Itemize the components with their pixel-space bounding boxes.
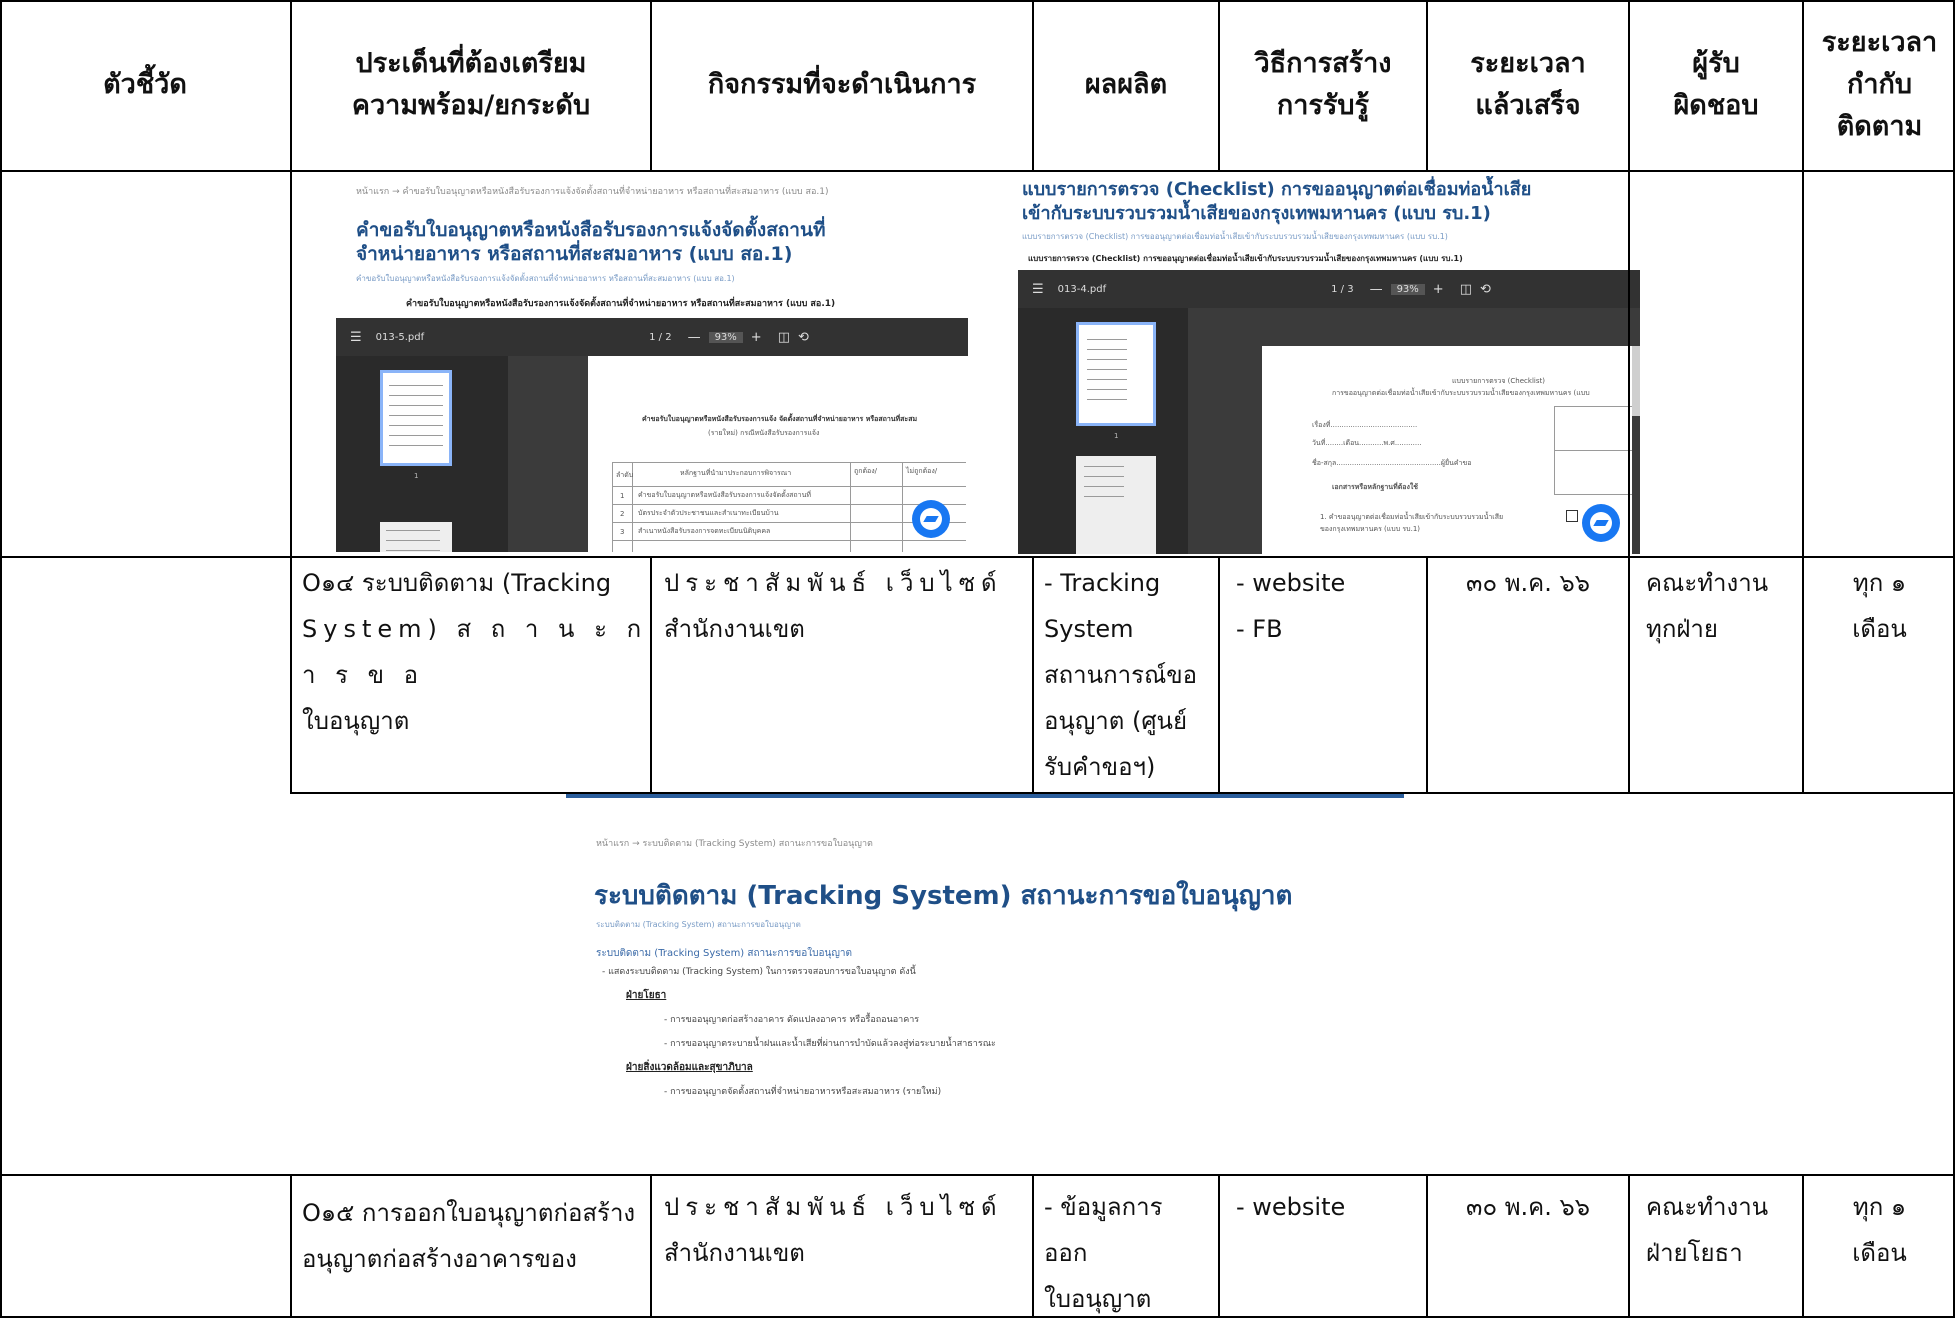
page-thumbnail-2[interactable] [380,522,452,552]
header-readiness-issue: ประเด็นที่ต้องเตรียม ความพร้อม/ยกระดับ [351,48,591,121]
page-title-line1: คำขอรับใบอนุญาตหรือหนังสือรับรองการแจ้งจ… [356,219,826,241]
thumbnail-pane: 1 [1018,308,1188,554]
zoom-level: 93% [1390,283,1425,295]
section-environment-sanitation: ฝ่ายสิ่งแวดล้อมและสุขาภิบาล [626,1062,753,1073]
header-output: ผลผลิต [1084,69,1168,100]
pdf-toolbar: ☰ 013-5.pdf 1 / 2 — 93% + ◫ ⟲ [336,318,968,356]
pdf-file-name: 013-5.pdf [375,331,425,343]
messenger-chat-icon[interactable] [1582,504,1620,542]
header-awareness-method: วิธีการสร้าง การรับรู้ [1254,48,1392,121]
page-indicator: 1 / 2 [649,331,672,343]
table-border [0,0,2,1318]
messenger-chat-icon[interactable] [912,500,950,538]
table-border [0,1174,1955,1176]
table-border [0,0,1955,2]
pdf-viewer[interactable]: ☰ 013-5.pdf 1 / 2 — 93% + ◫ ⟲ 1 คำขอรับใ… [336,318,968,552]
row2-output: - ข้อมูลการ ออก ใบอนุญาต [1044,1193,1163,1313]
page-thumbnail-1[interactable] [1076,322,1156,426]
menu-icon[interactable]: ☰ [350,330,362,345]
header-completion-date: ระยะเวลา แล้วเสร็จ [1470,48,1586,121]
zoom-out-icon[interactable]: — [688,330,701,345]
page-title-line2: เข้ากับระบบรวบรวมน้ำเสียของกรุงเทพมหานคร… [1022,203,1491,224]
screenshot-food-permit-form: หน้าแรก → คำขอรับใบอนุญาตหรือหนังสือรับร… [336,178,968,552]
page-indicator: 1 / 3 [1331,283,1354,295]
thumbnail-pane: 1 [336,356,508,552]
section-civil-works: ฝ่ายโยธา [626,990,667,1001]
page-subtitle: แบบรายการตรวจ (Checklist) การขออนุญาตต่อ… [1022,232,1448,241]
row1-completion-date: ๓๐ พ.ค. ๖๖ [1466,569,1590,597]
row2-readiness-issue: O๑๕ การออกใบอนุญาตก่อสร้าง อนุญาตก่อสร้า… [302,1199,636,1273]
list-item: - การขออนุญาตระบายน้ำฝนและน้ำเสียที่ผ่าน… [664,1039,996,1049]
zoom-in-icon[interactable]: + [751,330,762,345]
row1-readiness-issue: O๑๔ ระบบติดตาม (Tracking System) ส ถ า น… [302,569,648,735]
page-thumbnail-2[interactable] [1076,456,1156,554]
breadcrumb: หน้าแรก → ระบบติดตาม (Tracking System) ส… [596,839,873,849]
page-thumbnail-1[interactable] [380,370,452,466]
row1-follow-up: ทุก ๑ เดือน [1852,569,1907,643]
rotate-icon[interactable]: ⟲ [798,330,809,345]
row1-responsible: คณะทำงาน ทุกฝ่าย [1646,569,1769,643]
row2-awareness-method: - website [1236,1193,1346,1221]
header-follow-up: ระยะเวลา กำกับ ติดตาม [1821,27,1938,142]
row2-responsible: คณะทำงาน ฝ่ายโยธา [1646,1193,1769,1267]
zoom-in-icon[interactable]: + [1433,282,1444,297]
scrollbar[interactable] [1632,346,1640,416]
rotate-icon[interactable]: ⟲ [1480,282,1491,297]
table-border [290,792,1955,794]
fit-page-icon[interactable]: ◫ [778,330,790,345]
screenshot-tracking-system: หน้าแรก → ระบบติดตาม (Tracking System) ส… [566,798,1404,1172]
zoom-out-icon[interactable]: — [1370,282,1383,297]
menu-icon[interactable]: ☰ [1032,282,1044,297]
section-title: ระบบติดตาม (Tracking System) สถานะการขอใ… [596,948,852,959]
header-indicator: ตัวชี้วัด [103,69,187,100]
intro-text: - แสดงระบบติดตาม (Tracking System) ในการ… [602,967,916,977]
row2-activities: ประชาสัมพันธ์ เว็บไซด์ สำนักงานเขต [664,1193,1003,1267]
doc-heading: คำขอรับใบอนุญาตหรือหนังสือรับรองการแจ้งจ… [406,299,836,309]
pdf-file-name: 013-4.pdf [1057,283,1107,295]
document-page: ตัวชี้วัด ประเด็นที่ต้องเตรียม ความพร้อม… [0,0,1955,1318]
table-border [0,170,1955,172]
screenshot-sewer-checklist: แบบรายการตรวจ (Checklist) การขออนุญาตต่อ… [1018,176,1640,554]
header-responsible: ผู้รับ ผิดชอบ [1673,48,1759,121]
row2-completion-date: ๓๐ พ.ค. ๖๖ [1466,1193,1590,1221]
row1-awareness-method: - website - FB [1236,569,1346,643]
fit-page-icon[interactable]: ◫ [1460,282,1472,297]
page-title-line1: แบบรายการตรวจ (Checklist) การขออนุญาตต่อ… [1022,179,1532,200]
list-item: - การขออนุญาตก่อสร้างอาคาร ดัดแปลงอาคาร … [664,1015,920,1025]
page-subtitle: คำขอรับใบอนุญาตหรือหนังสือรับรองการแจ้งจ… [356,274,735,283]
row1-activities: ประชาสัมพันธ์ เว็บไซด์ สำนักงานเขต [664,569,1003,643]
table-border [0,556,1955,558]
row2-follow-up: ทุก ๑ เดือน [1852,1193,1907,1267]
pdf-viewer[interactable]: ☰ 013-4.pdf 1 / 3 — 93% + ◫ ⟲ 1 แบบรายกา… [1018,270,1640,554]
pdf-page: แบบรายการตรวจ (Checklist) การขออนุญาตต่อ… [1262,346,1632,554]
zoom-level: 93% [708,331,743,343]
breadcrumb: หน้าแรก → คำขอรับใบอนุญาตหรือหนังสือรับร… [356,187,829,197]
header-activities: กิจกรรมที่จะดำเนินการ [707,69,977,100]
page-title: ระบบติดตาม (Tracking System) สถานะการขอใ… [594,881,1293,911]
page-title-line2: จำหน่ายอาหาร หรือสถานที่สะสมอาหาร (แบบ ส… [356,243,793,265]
list-item: - การขออนุญาตจัดตั้งสถานที่จำหน่ายอาหารห… [664,1087,942,1097]
row1-output: - Tracking System สถานการณ์ขอ อนุญาต (ศู… [1044,569,1198,781]
pdf-page: คำขอรับใบอนุญาตหรือหนังสือรับรองการแจ้ง … [588,356,968,552]
doc-heading: แบบรายการตรวจ (Checklist) การขออนุญาตต่อ… [1028,254,1463,263]
page-subtitle: ระบบติดตาม (Tracking System) สถานะการขอใ… [596,920,801,929]
pdf-toolbar: ☰ 013-4.pdf 1 / 3 — 93% + ◫ ⟲ [1018,270,1640,308]
